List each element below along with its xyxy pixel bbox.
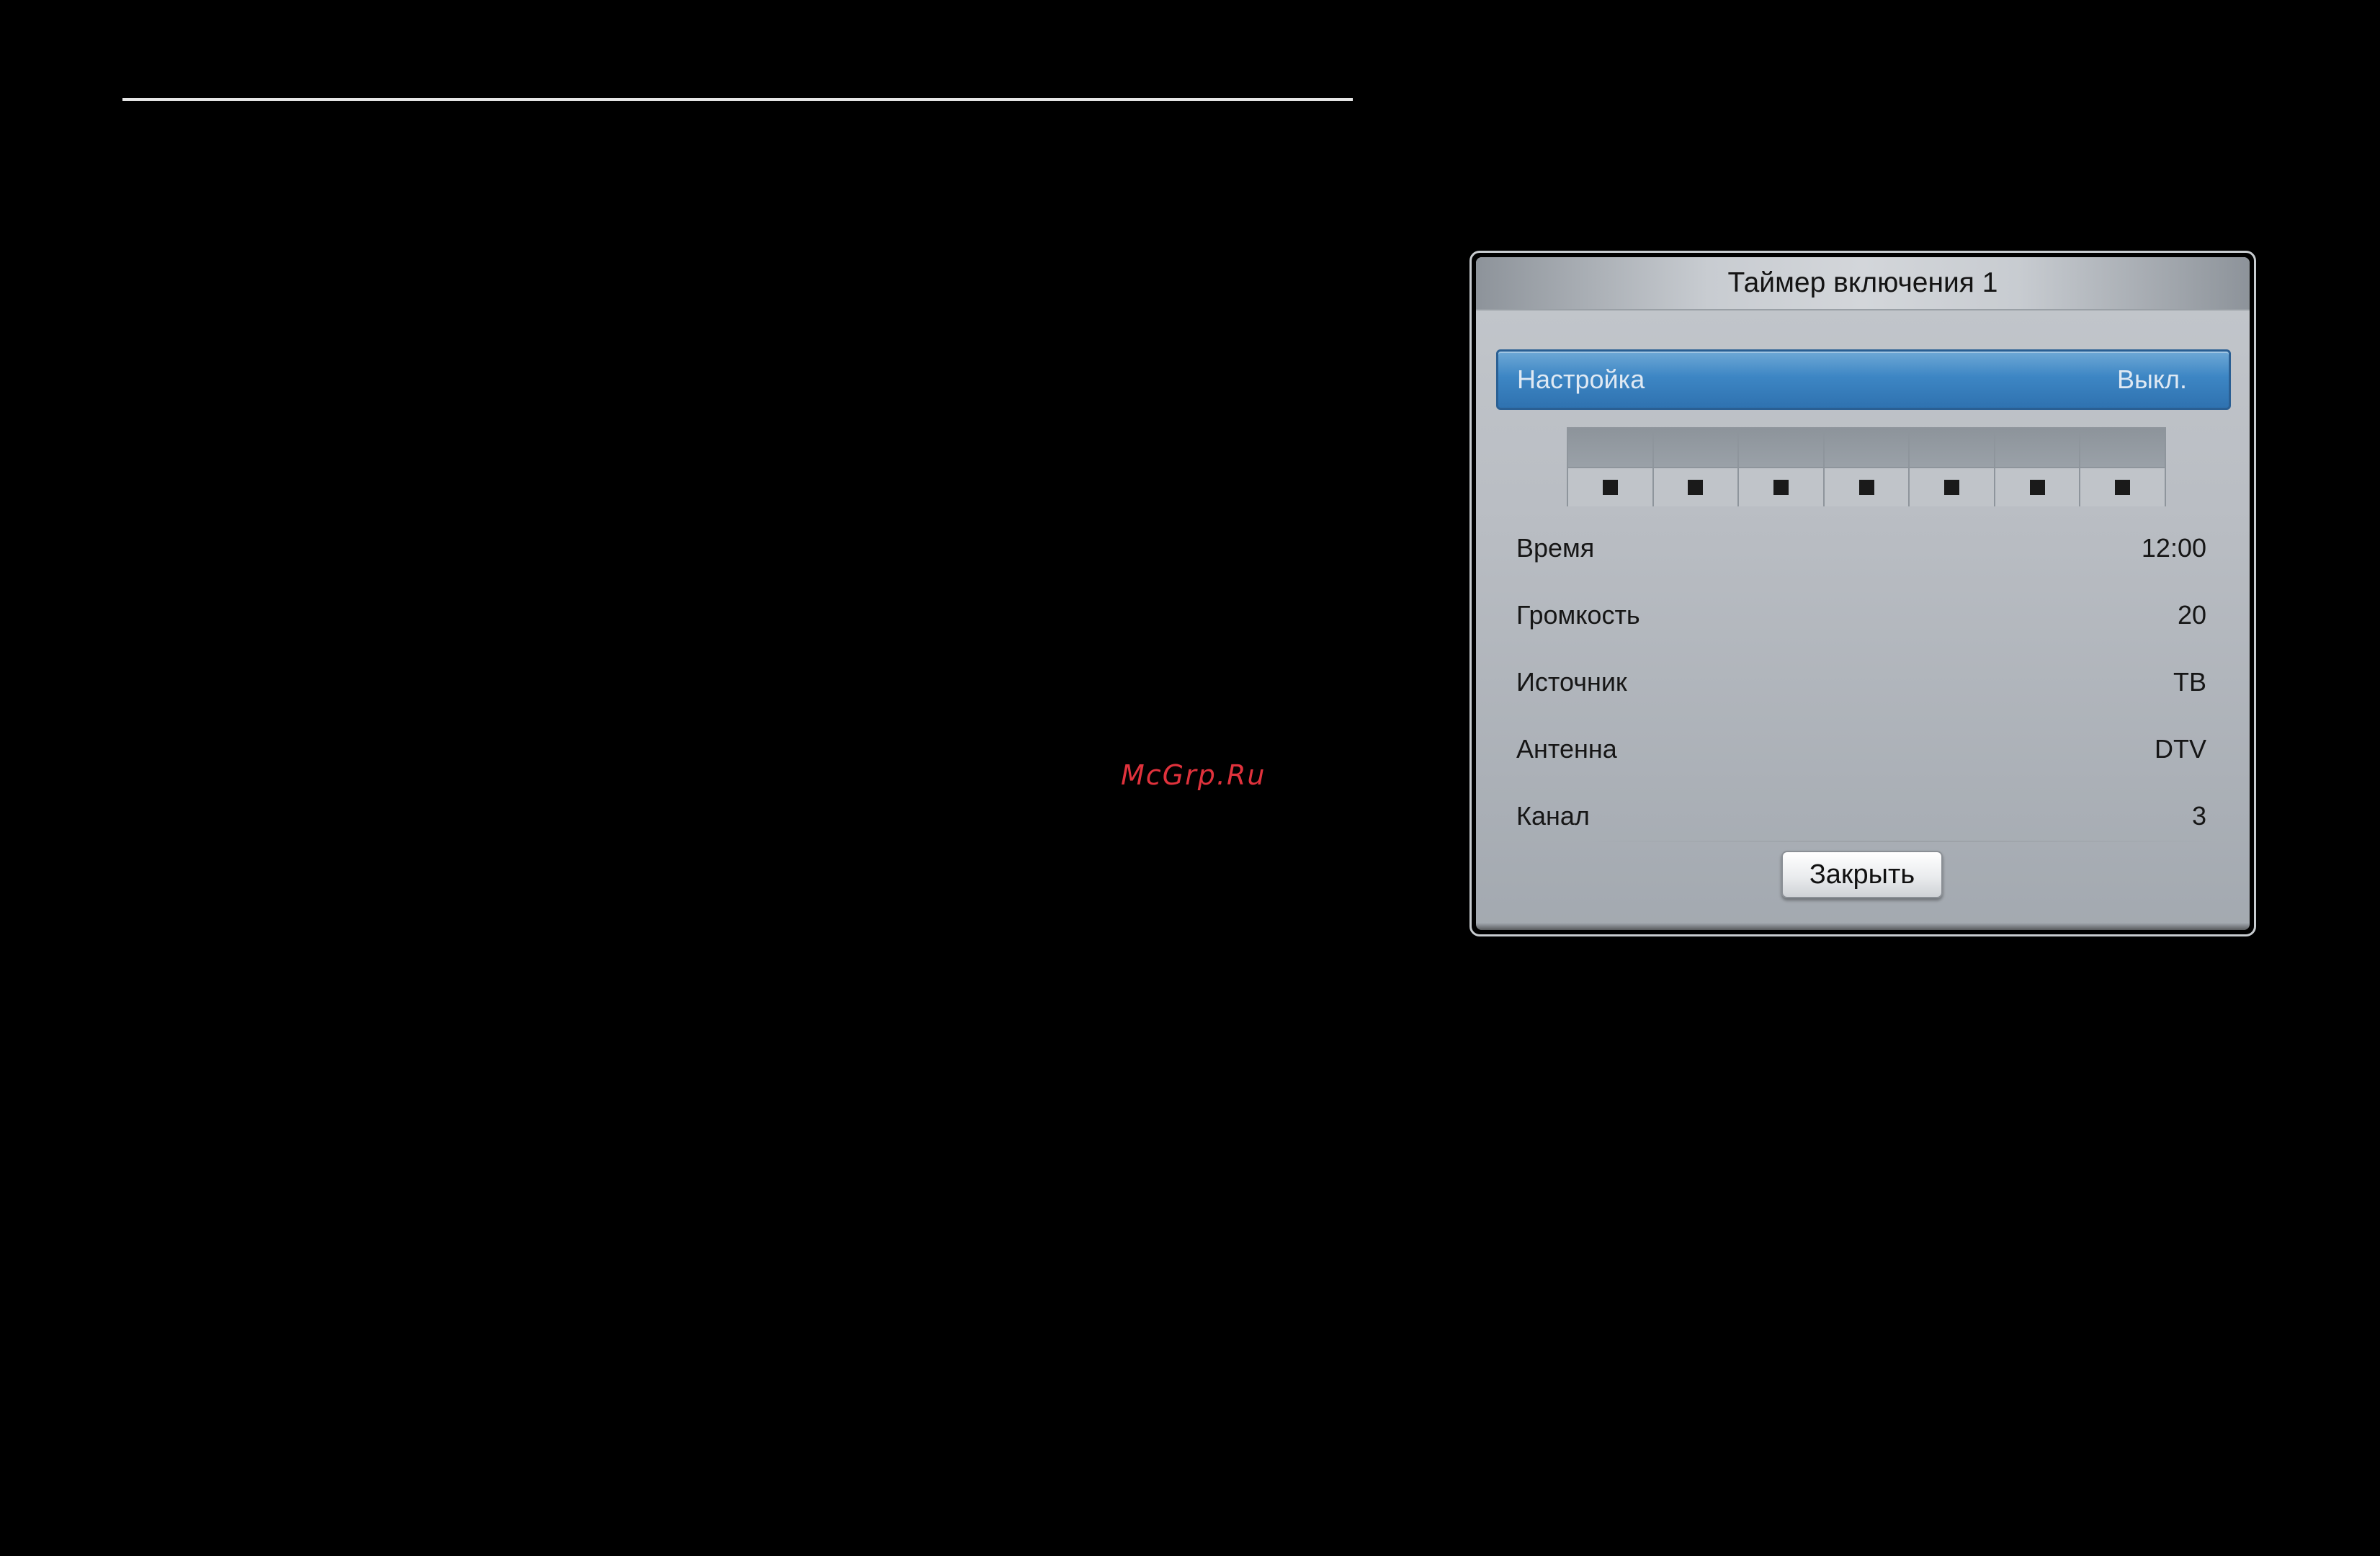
setup-row[interactable]: Настройка Выкл. bbox=[1496, 349, 2231, 410]
day-checkbox[interactable] bbox=[1825, 468, 1910, 506]
antenna-value: DTV bbox=[2155, 734, 2206, 764]
checkbox-checked-icon bbox=[1944, 480, 1960, 495]
watermark-text: McGrp.Ru bbox=[1121, 759, 1266, 791]
channel-row[interactable]: Канал 3 bbox=[1516, 795, 2206, 838]
close-button[interactable]: Закрыть bbox=[1781, 851, 1943, 898]
channel-label: Канал bbox=[1516, 801, 1590, 831]
volume-value: 20 bbox=[2177, 600, 2206, 630]
day-header-cell bbox=[1568, 429, 1654, 467]
dialog-title: Таймер включения 1 bbox=[1727, 267, 1998, 298]
day-header-cell bbox=[1654, 429, 1740, 467]
checkbox-checked-icon bbox=[1688, 480, 1704, 495]
time-label: Время bbox=[1516, 533, 1595, 563]
day-checkbox-row bbox=[1568, 468, 2165, 506]
day-header-row bbox=[1568, 429, 2165, 468]
checkbox-checked-icon bbox=[1858, 480, 1874, 495]
row-divider bbox=[1584, 841, 2221, 842]
antenna-row[interactable]: Антенна DTV bbox=[1516, 728, 2206, 771]
checkbox-checked-icon bbox=[1773, 480, 1789, 495]
day-checkbox[interactable] bbox=[1568, 468, 1654, 506]
dialog-bottom-shade bbox=[1476, 923, 2250, 930]
day-header-cell bbox=[1995, 429, 2081, 467]
dialog-title-bar: Таймер включения 1 bbox=[1476, 257, 2250, 310]
checkbox-checked-icon bbox=[1602, 480, 1618, 495]
time-row[interactable]: Время 12:00 bbox=[1516, 527, 2206, 570]
on-timer-dialog: Таймер включения 1 Настройка Выкл. Время… bbox=[1469, 251, 2256, 936]
antenna-label: Антенна bbox=[1516, 734, 1617, 764]
channel-value: 3 bbox=[2191, 801, 2206, 831]
source-label: Источник bbox=[1516, 667, 1627, 697]
day-checkbox[interactable] bbox=[1995, 468, 2081, 506]
top-divider-line bbox=[122, 98, 1353, 101]
source-value: ТВ bbox=[2173, 667, 2206, 697]
day-checkbox[interactable] bbox=[1654, 468, 1740, 506]
day-header-cell bbox=[1910, 429, 1995, 467]
day-checkbox[interactable] bbox=[2080, 468, 2165, 506]
time-value: 12:00 bbox=[2141, 533, 2206, 563]
checkbox-checked-icon bbox=[2115, 480, 2131, 495]
source-row[interactable]: Источник ТВ bbox=[1516, 661, 2206, 704]
checkbox-checked-icon bbox=[2029, 480, 2045, 495]
setup-label: Настройка bbox=[1517, 365, 1645, 394]
day-header-cell bbox=[1739, 429, 1825, 467]
day-selector-grid bbox=[1567, 427, 2166, 506]
volume-label: Громкость bbox=[1516, 600, 1640, 630]
day-checkbox[interactable] bbox=[1739, 468, 1825, 506]
day-header-cell bbox=[1825, 429, 1910, 467]
day-header-cell bbox=[2080, 429, 2165, 467]
dialog-body: Таймер включения 1 Настройка Выкл. Время… bbox=[1476, 257, 2250, 930]
setup-value: Выкл. bbox=[2116, 365, 2187, 394]
volume-row[interactable]: Громкость 20 bbox=[1516, 594, 2206, 637]
day-checkbox[interactable] bbox=[1910, 468, 1995, 506]
